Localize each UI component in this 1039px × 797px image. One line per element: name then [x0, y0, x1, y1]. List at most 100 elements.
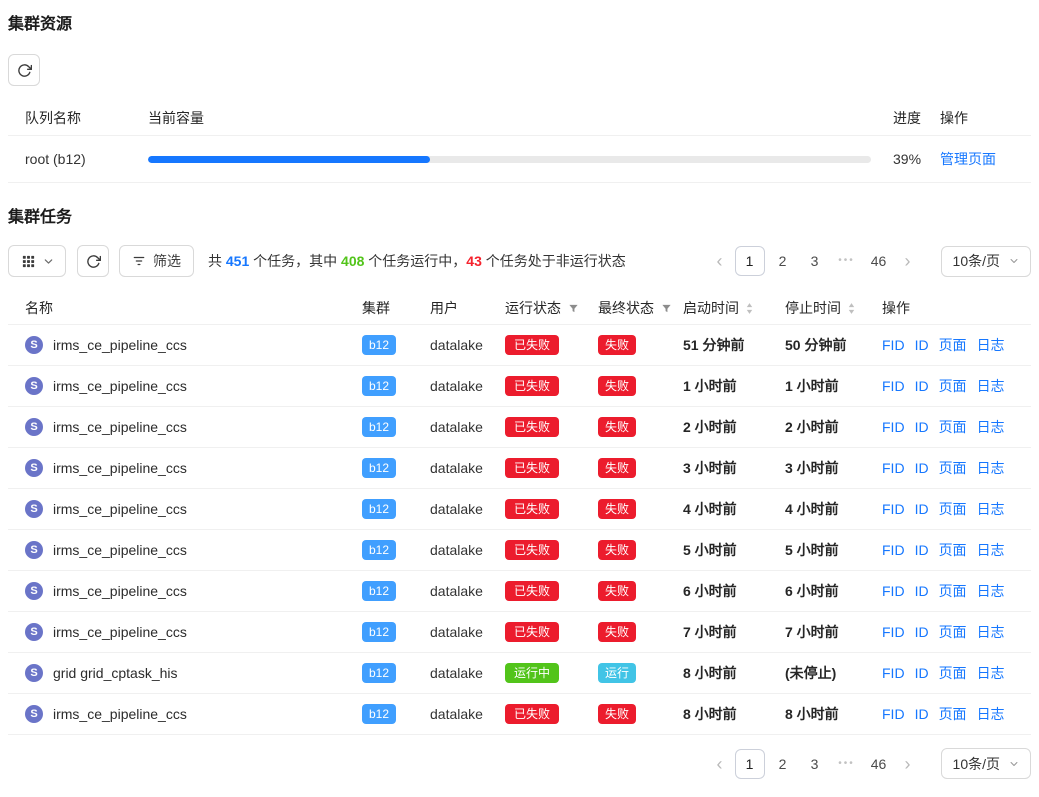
id-link[interactable]: ID — [915, 501, 929, 517]
sort-icon[interactable] — [847, 302, 856, 315]
user-cell: datalake — [430, 624, 505, 640]
fid-link[interactable]: FID — [882, 460, 905, 476]
page-link[interactable]: 页面 — [939, 458, 967, 478]
fid-link[interactable]: FID — [882, 706, 905, 722]
final-status-cell: 失败 — [598, 458, 683, 478]
page-size-select[interactable]: 10条/页 — [941, 246, 1031, 277]
sort-icon[interactable] — [745, 302, 754, 315]
tasks-refresh-button[interactable] — [77, 245, 109, 277]
actions-cell: FID ID 页面 日志 — [874, 663, 1031, 683]
final-status-badge: 失败 — [598, 376, 636, 396]
page-link[interactable]: 页面 — [939, 581, 967, 601]
task-row: S irms_ce_pipeline_ccs b12 datalake 已失败 … — [8, 489, 1031, 530]
page-link[interactable]: 页面 — [939, 376, 967, 396]
pagination-ellipsis[interactable]: ••• — [833, 749, 861, 779]
stop-time-cell: 5 小时前 — [785, 540, 874, 560]
page-size-select[interactable]: 10条/页 — [941, 748, 1031, 779]
pagination-prev-button[interactable]: ‹ — [709, 246, 731, 276]
pagination-page-3[interactable]: 3 — [801, 749, 829, 779]
id-link[interactable]: ID — [915, 419, 929, 435]
resources-refresh-button[interactable] — [8, 54, 40, 86]
column-settings-dropdown-button[interactable] — [8, 245, 66, 277]
page-link[interactable]: 页面 — [939, 704, 967, 724]
log-link[interactable]: 日志 — [977, 458, 1005, 478]
fid-link[interactable]: FID — [882, 378, 905, 394]
total-task-count: 451 — [226, 253, 249, 269]
id-link[interactable]: ID — [915, 337, 929, 353]
pagination-top: ‹ 1 2 3 ••• 46 › 10条/页 — [707, 246, 1031, 277]
pagination-next-button[interactable]: › — [897, 246, 919, 276]
pagination-page-2[interactable]: 2 — [769, 749, 797, 779]
user-column-header: 用户 — [430, 298, 505, 318]
pagination-page-1[interactable]: 1 — [735, 749, 765, 779]
run-status-badge: 已失败 — [505, 376, 559, 396]
filter-funnel-icon[interactable] — [568, 303, 579, 314]
log-link[interactable]: 日志 — [977, 663, 1005, 683]
fid-link[interactable]: FID — [882, 624, 905, 640]
start-time-cell: 2 小时前 — [683, 417, 785, 437]
fid-link[interactable]: FID — [882, 419, 905, 435]
final-status-badge: 失败 — [598, 622, 636, 642]
page: 集群资源 队列名称 当前容量 进度 操作 root (b12) — [0, 0, 1039, 797]
id-link[interactable]: ID — [915, 706, 929, 722]
log-link[interactable]: 日志 — [977, 376, 1005, 396]
id-link[interactable]: ID — [915, 624, 929, 640]
id-link[interactable]: ID — [915, 583, 929, 599]
task-name: irms_ce_pipeline_ccs — [53, 583, 187, 599]
manage-page-link[interactable]: 管理页面 — [940, 151, 996, 167]
fid-link[interactable]: FID — [882, 337, 905, 353]
final-status-badge: 失败 — [598, 458, 636, 478]
page-link[interactable]: 页面 — [939, 663, 967, 683]
final-status-badge: 失败 — [598, 581, 636, 601]
filter-button-label: 筛选 — [153, 251, 181, 271]
page-link[interactable]: 页面 — [939, 622, 967, 642]
pagination-prev-button[interactable]: ‹ — [709, 749, 731, 779]
final-status-column-label: 最终状态 — [598, 298, 654, 318]
pagination-page-1[interactable]: 1 — [735, 246, 765, 276]
start-time-cell: 8 小时前 — [683, 704, 785, 724]
page-link[interactable]: 页面 — [939, 540, 967, 560]
page-link[interactable]: 页面 — [939, 417, 967, 437]
task-row: S irms_ce_pipeline_ccs b12 datalake 已失败 … — [8, 325, 1031, 366]
tasks-action-column-header: 操作 — [874, 298, 1031, 318]
fid-link[interactable]: FID — [882, 583, 905, 599]
pagination-next-button[interactable]: › — [897, 749, 919, 779]
spark-avatar: S — [25, 500, 43, 518]
actions-cell: FID ID 页面 日志 — [874, 376, 1031, 396]
fid-link[interactable]: FID — [882, 542, 905, 558]
id-link[interactable]: ID — [915, 378, 929, 394]
fid-link[interactable]: FID — [882, 665, 905, 681]
spark-avatar: S — [25, 582, 43, 600]
page-link[interactable]: 页面 — [939, 335, 967, 355]
filter-funnel-icon[interactable] — [661, 303, 672, 314]
stop-time-cell: 6 小时前 — [785, 581, 874, 601]
log-link[interactable]: 日志 — [977, 335, 1005, 355]
id-link[interactable]: ID — [915, 542, 929, 558]
log-link[interactable]: 日志 — [977, 704, 1005, 724]
log-link[interactable]: 日志 — [977, 622, 1005, 642]
run-status-column-header: 运行状态 — [505, 298, 598, 318]
final-status-column-header: 最终状态 — [598, 298, 683, 318]
cluster-resources-section: 集群资源 队列名称 当前容量 进度 操作 root (b12) — [8, 14, 1031, 183]
pagination-page-last[interactable]: 46 — [865, 749, 893, 779]
task-name: grid grid_cptask_his — [53, 665, 178, 681]
fid-link[interactable]: FID — [882, 501, 905, 517]
filter-button[interactable]: 筛选 — [119, 245, 194, 277]
pagination-ellipsis[interactable]: ••• — [833, 246, 861, 276]
actions-cell: FID ID 页面 日志 — [874, 540, 1031, 560]
log-link[interactable]: 日志 — [977, 499, 1005, 519]
log-link[interactable]: 日志 — [977, 581, 1005, 601]
pagination-page-3[interactable]: 3 — [801, 246, 829, 276]
log-link[interactable]: 日志 — [977, 417, 1005, 437]
pagination-page-last[interactable]: 46 — [865, 246, 893, 276]
id-link[interactable]: ID — [915, 460, 929, 476]
user-cell: datalake — [430, 665, 505, 681]
page-link[interactable]: 页面 — [939, 499, 967, 519]
start-time-cell: 7 小时前 — [683, 622, 785, 642]
capacity-column-header: 当前容量 — [148, 108, 885, 128]
id-link[interactable]: ID — [915, 665, 929, 681]
task-row: S irms_ce_pipeline_ccs b12 datalake 已失败 … — [8, 530, 1031, 571]
start-time-cell: 5 小时前 — [683, 540, 785, 560]
pagination-page-2[interactable]: 2 — [769, 246, 797, 276]
log-link[interactable]: 日志 — [977, 540, 1005, 560]
